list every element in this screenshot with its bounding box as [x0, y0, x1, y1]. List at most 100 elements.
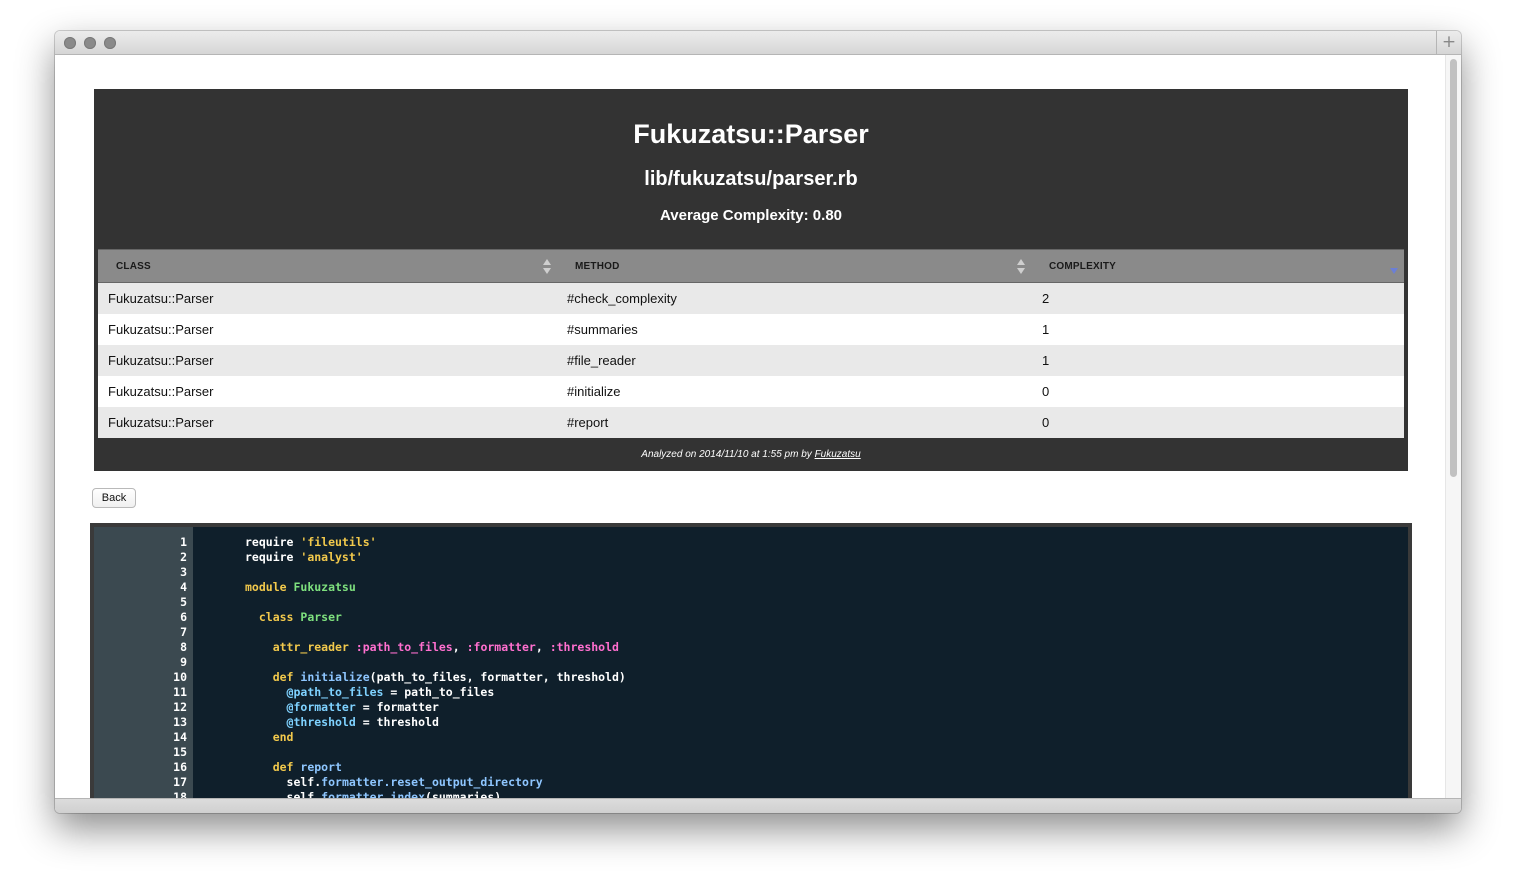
code-token: self.: [245, 775, 322, 789]
table-row: Fukuzatsu::Parser #initialize 0: [98, 376, 1404, 407]
scrollbar-thumb[interactable]: [1450, 59, 1457, 477]
page-content: Fukuzatsu::Parser lib/fukuzatsu/parser.r…: [55, 55, 1461, 798]
code-line: def initialize(path_to_files, formatter,…: [245, 670, 626, 685]
code-lines: require 'fileutils' require 'analyst' modu…: [193, 527, 1408, 798]
zoom-window-button[interactable]: [104, 37, 116, 49]
cell-method: #check_complexity: [567, 291, 677, 306]
cell-method: #summaries: [567, 322, 638, 337]
line-number: 12: [173, 700, 187, 714]
column-header-complexity[interactable]: COMPLEXITY: [1049, 250, 1116, 282]
page-title: Fukuzatsu::Parser: [633, 119, 869, 149]
code-token: attr_reader: [272, 640, 356, 654]
code-token: = threshold: [355, 715, 439, 729]
code-token: report: [300, 760, 342, 774]
minimize-window-button[interactable]: [84, 37, 96, 49]
line-number: 13: [173, 715, 187, 729]
line-number: 14: [173, 730, 187, 744]
cell-class: Fukuzatsu::Parser: [108, 353, 214, 368]
column-header-class[interactable]: CLASS: [116, 250, 151, 282]
code-token: require: [245, 535, 301, 549]
cell-complexity: 1: [1042, 322, 1050, 337]
average-complexity: Average Complexity: 0.80: [659, 207, 843, 224]
line-number: 3: [180, 565, 187, 579]
code-token: @formatter: [286, 700, 356, 714]
code-line: @threshold = threshold: [245, 715, 439, 730]
browser-window: + Fukuzatsu::Parser lib/fukuzatsu/parser…: [55, 31, 1461, 813]
code-line: require 'fileutils': [245, 535, 377, 550]
line-number: 11: [173, 685, 187, 699]
code-line: @path_to_files = path_to_files: [245, 685, 495, 700]
vertical-scrollbar[interactable]: [1445, 55, 1461, 798]
code-token: formatter.index: [321, 790, 426, 798]
code-line: attr_reader :path_to_files, :formatter, …: [245, 640, 619, 655]
code-token: :threshold: [549, 640, 619, 654]
code-line: class Parser: [245, 610, 342, 625]
cell-class: Fukuzatsu::Parser: [108, 384, 214, 399]
code-line: self.formatter.reset_output_directory: [245, 775, 543, 790]
line-number: 4: [180, 580, 187, 594]
cell-class: Fukuzatsu::Parser: [108, 291, 214, 306]
sort-both-icon[interactable]: [542, 259, 552, 274]
cell-class: Fukuzatsu::Parser: [108, 322, 214, 337]
line-number: 10: [173, 670, 187, 684]
analysis-footer: Analyzed on 2014/11/10 at 1:55 pm by Fuk…: [94, 449, 1408, 460]
cell-method: #report: [567, 415, 609, 430]
code-token: ,: [535, 640, 550, 654]
complexity-table: CLASS METHOD COMPLEXITY Fukuzatsu::Parse…: [98, 249, 1404, 438]
code-token: require: [245, 550, 301, 564]
table-row: Fukuzatsu::Parser #report 0: [98, 407, 1404, 438]
cell-class: Fukuzatsu::Parser: [108, 415, 214, 430]
line-number: 9: [180, 655, 187, 669]
code-token: self.: [245, 790, 322, 798]
line-number: 16: [173, 760, 187, 774]
line-number: 7: [180, 625, 187, 639]
line-number: 15: [173, 745, 187, 759]
fukuzatsu-link[interactable]: Fukuzatsu: [815, 449, 861, 460]
code-token: formatter.reset_output_directory: [321, 775, 543, 789]
code-token: 'fileutils': [300, 535, 377, 549]
code-token: :formatter: [466, 640, 536, 654]
line-number: 1: [180, 535, 187, 549]
back-button[interactable]: Back: [92, 488, 136, 508]
cell-method: #initialize: [567, 384, 621, 399]
cell-complexity: 2: [1042, 291, 1050, 306]
column-header-method[interactable]: METHOD: [575, 250, 620, 282]
code-token: module: [245, 580, 294, 594]
table-row: Fukuzatsu::Parser #file_reader 1: [98, 345, 1404, 376]
code-token: def: [272, 670, 301, 684]
code-token: def: [272, 760, 301, 774]
table-header: CLASS METHOD COMPLEXITY: [98, 249, 1404, 283]
footer-text: Analyzed on 2014/11/10 at 1:55 pm by: [641, 449, 815, 460]
sort-both-icon[interactable]: [1016, 259, 1026, 274]
title-bar: +: [55, 31, 1461, 55]
line-number: 6: [180, 610, 187, 624]
cell-complexity: 0: [1042, 384, 1050, 399]
sort-descending-icon[interactable]: [1389, 266, 1399, 276]
cell-complexity: 1: [1042, 353, 1050, 368]
line-number: 5: [180, 595, 187, 609]
code-token: initialize: [300, 670, 370, 684]
file-path: lib/fukuzatsu/parser.rb: [644, 168, 858, 190]
code-line: require 'analyst': [245, 550, 363, 565]
code-token: ,: [452, 640, 467, 654]
cell-complexity: 0: [1042, 415, 1050, 430]
code-token: Parser: [300, 610, 342, 624]
line-number: 8: [180, 640, 187, 654]
source-code-block: 1 2 3 4 5 6 7 8 9 10 11 12 13 14 15 16 17 18 require 'fil…: [90, 523, 1412, 798]
code-token: end: [272, 730, 294, 744]
code-token: (summaries): [425, 790, 502, 798]
line-number: 17: [173, 775, 187, 789]
code-line: module Fukuzatsu: [245, 580, 356, 595]
table-row: Fukuzatsu::Parser #summaries 1: [98, 314, 1404, 345]
new-tab-plus-icon[interactable]: +: [1436, 31, 1461, 54]
close-window-button[interactable]: [64, 37, 76, 49]
status-bar: [55, 798, 1461, 813]
code-token: 'analyst': [300, 550, 363, 564]
